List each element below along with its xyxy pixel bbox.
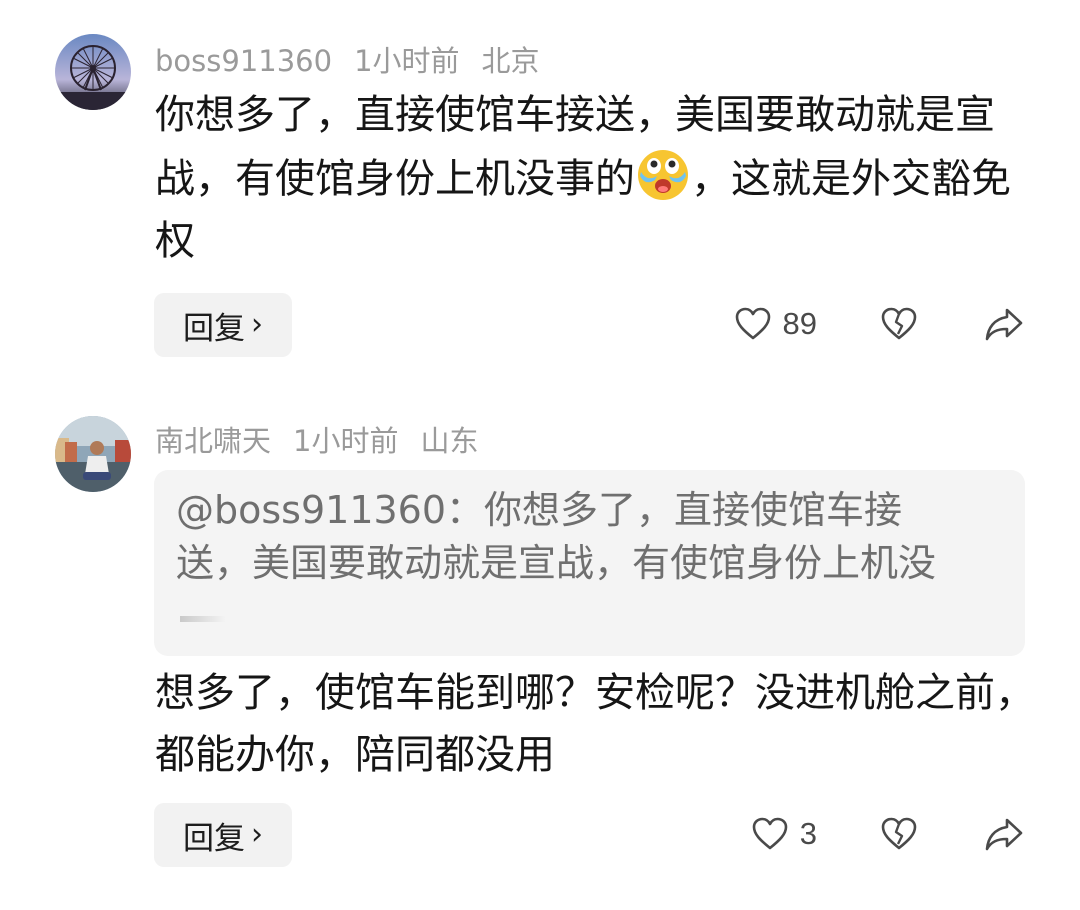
comment-text: 想多了，使馆车能到哪？安检呢？没进机舱之前，都能办你，陪同都没用 — [155, 670, 1035, 778]
reply-button[interactable]: 回复 › — [154, 803, 292, 867]
crying-emoji-icon — [635, 146, 691, 202]
avatar[interactable] — [55, 34, 131, 110]
heart-icon — [735, 307, 770, 340]
quoted-comment[interactable]: @boss911360：你想多了，直接使馆车接送，美国要敢动就是宣战，有使馆身份… — [154, 470, 1025, 656]
broken-heart-icon — [881, 817, 917, 850]
comment-meta: 南北啸天 1小时前 山东 — [155, 418, 500, 460]
chevron-right-icon: › — [251, 816, 263, 852]
location: 北京 — [481, 44, 540, 78]
ferris-wheel-avatar-image — [55, 34, 131, 110]
like-count: 89 — [782, 306, 817, 341]
timestamp: 1小时前 — [354, 44, 460, 78]
dislike-button[interactable] — [879, 304, 919, 344]
reply-button[interactable]: 回复 › — [154, 293, 292, 357]
text-fade-overlay — [180, 615, 226, 622]
comment-meta: boss911360 1小时前 北京 — [155, 38, 562, 80]
share-button[interactable] — [983, 814, 1025, 854]
broken-heart-icon — [881, 307, 917, 340]
share-icon — [985, 308, 1023, 341]
comment-actions: 3 — [750, 814, 1025, 854]
username[interactable]: boss911360 — [155, 44, 332, 78]
avatar[interactable] — [55, 416, 131, 492]
chevron-right-icon: › — [251, 306, 263, 342]
share-icon — [985, 818, 1023, 851]
comment-text: 你想多了，直接使馆车接送，美国要敢动就是宣战，有使馆身份上机没事的 ，这就是外交… — [155, 92, 1011, 264]
timestamp: 1小时前 — [293, 424, 399, 458]
heart-icon — [752, 817, 788, 850]
dislike-button[interactable] — [879, 814, 919, 854]
like-button[interactable]: 89 — [733, 304, 817, 344]
comment-actions: 89 — [733, 304, 1025, 344]
username[interactable]: 南北啸天 — [155, 424, 271, 458]
location: 山东 — [420, 424, 479, 458]
person-avatar-image — [55, 416, 131, 492]
quoted-text: @boss911360：你想多了，直接使馆车接送，美国要敢动就是宣战，有使馆身份… — [176, 484, 966, 643]
like-button[interactable]: 3 — [750, 814, 817, 854]
share-button[interactable] — [983, 304, 1025, 344]
like-count: 3 — [799, 816, 817, 851]
